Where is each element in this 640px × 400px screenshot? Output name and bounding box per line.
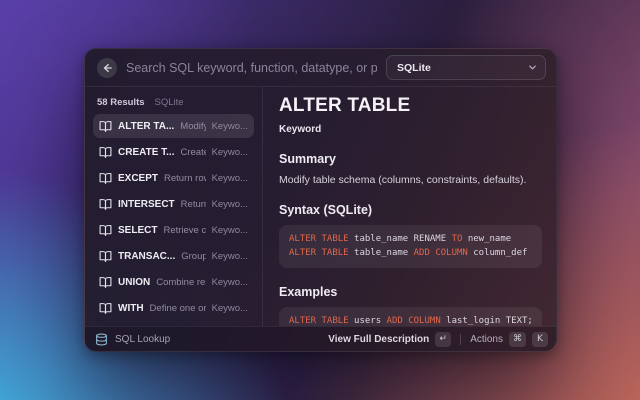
detail-panel: ALTER TABLE Keyword Summary Modify table … <box>263 87 556 326</box>
sql-lookup-window: SQLite 58 Results SQLite ALTER TA... Modi… <box>84 48 557 352</box>
view-full-description-button[interactable]: View Full Description <box>328 334 429 345</box>
k-key-badge: K <box>532 332 548 347</box>
result-title: SELECT <box>118 225 157 236</box>
code-block: ALTER TABLE users ADD COLUMN last_login … <box>279 307 542 326</box>
code-text: new_name <box>462 234 511 244</box>
result-accessory: Keywo... <box>212 173 248 184</box>
result-subtitle: Combine resul... <box>156 277 205 288</box>
app-name: SQL Lookup <box>115 334 170 345</box>
back-button[interactable] <box>97 58 117 78</box>
section-text: Modify table schema (columns, constraint… <box>279 174 542 186</box>
code-text: column_def <box>468 248 528 258</box>
book-icon <box>99 250 112 263</box>
book-icon <box>99 172 112 185</box>
result-title: EXCEPT <box>118 173 158 184</box>
book-icon <box>99 120 112 133</box>
detail-sections: Summary Modify table schema (columns, con… <box>279 152 542 326</box>
code-text: table_name RENAME <box>349 234 452 244</box>
filter-dropdown[interactable]: SQLite <box>386 55 546 80</box>
footer-bar: SQL Lookup View Full Description ↵ Actio… <box>85 326 556 351</box>
result-accessory: Keywo... <box>212 121 248 132</box>
section-summary: Summary Modify table schema (columns, con… <box>279 152 542 186</box>
result-accessory: Keywo... <box>212 225 248 236</box>
database-icon <box>95 333 108 346</box>
section-heading: Examples <box>279 285 542 299</box>
results-header: 58 Results SQLite <box>93 93 254 114</box>
main-content: 58 Results SQLite ALTER TA... Modify ta..… <box>85 87 556 326</box>
section-examples: Examples ALTER TABLE users ADD COLUMN las… <box>279 285 542 326</box>
code-keyword: TO <box>452 234 463 244</box>
results-scope: SQLite <box>155 97 184 108</box>
result-accessory: Keywo... <box>212 199 248 210</box>
result-row-intersect[interactable]: INTERSECT Return ro... Keywo... <box>93 192 254 216</box>
chevron-down-icon <box>528 63 537 72</box>
results-list: ALTER TA...Modify ta...Keywo...CREATE T.… <box>93 114 254 326</box>
code-text: last_login TEXT; <box>441 316 533 326</box>
book-icon <box>99 198 112 211</box>
back-arrow-icon <box>102 63 112 73</box>
result-title: CREATE T... <box>118 147 174 158</box>
result-subtitle: Return ro... <box>181 199 206 210</box>
section-syntax-sqlite: Syntax (SQLite) ALTER TABLE table_name RE… <box>279 203 542 268</box>
section-heading: Summary <box>279 152 542 166</box>
footer-actions: View Full Description ↵ Actions ⌘ K <box>328 332 548 347</box>
result-subtitle: Modify ta... <box>180 121 205 132</box>
result-title: TRANSAC... <box>118 251 175 262</box>
code-keyword: ALTER TABLE <box>289 248 349 258</box>
detail-type-badge: Keyword <box>279 124 542 135</box>
result-subtitle: Group st... <box>181 251 205 262</box>
code-keyword: ADD COLUMN <box>414 248 468 258</box>
result-subtitle: Return rows f... <box>164 173 206 184</box>
detail-title: ALTER TABLE <box>279 95 542 117</box>
result-title: UNION <box>118 277 150 288</box>
result-row-transac[interactable]: TRANSAC... Group st... Keywo... <box>93 244 254 268</box>
results-panel: 58 Results SQLite ALTER TA... Modify ta..… <box>85 87 263 326</box>
result-title: INTERSECT <box>118 199 175 210</box>
result-row-create-t[interactable]: CREATE T... Create a... Keywo... <box>93 140 254 164</box>
result-title: ALTER TA... <box>118 121 174 132</box>
result-row-alter-ta[interactable]: ALTER TA... Modify ta... Keywo... <box>93 114 254 138</box>
result-title: WITH <box>118 303 144 314</box>
result-subtitle: Retrieve colu... <box>163 225 205 236</box>
result-accessory: Keywo... <box>212 147 248 158</box>
code-keyword: ALTER TABLE <box>289 234 349 244</box>
actions-button[interactable]: Actions <box>470 334 503 345</box>
search-input[interactable] <box>126 61 377 75</box>
code-text: table_name <box>349 248 414 258</box>
results-count: 58 Results <box>97 97 145 108</box>
code-keyword: ADD COLUMN <box>387 316 441 326</box>
footer-app: SQL Lookup <box>95 333 328 346</box>
code-text: users <box>349 316 387 326</box>
result-accessory: Keywo... <box>212 251 248 262</box>
result-row-union[interactable]: UNION Combine resul... Keywo... <box>93 270 254 294</box>
enter-key-badge: ↵ <box>435 332 451 347</box>
code-block: ALTER TABLE table_name RENAME TO new_nam… <box>279 225 542 268</box>
result-accessory: Keywo... <box>212 303 248 314</box>
book-icon <box>99 224 112 237</box>
result-row-select[interactable]: SELECT Retrieve colu... Keywo... <box>93 218 254 242</box>
result-row-with[interactable]: WITH Define one or m... Keywo... <box>93 296 254 320</box>
search-bar: SQLite <box>85 49 556 87</box>
code-keyword: ALTER TABLE <box>289 316 349 326</box>
result-subtitle: Create a... <box>180 147 205 158</box>
book-icon <box>99 276 112 289</box>
section-heading: Syntax (SQLite) <box>279 203 542 217</box>
filter-dropdown-label: SQLite <box>397 62 522 74</box>
result-accessory: Keywo... <box>212 277 248 288</box>
footer-divider <box>460 334 461 345</box>
result-subtitle: Define one or m... <box>150 303 206 314</box>
result-row-except[interactable]: EXCEPT Return rows f... Keywo... <box>93 166 254 190</box>
cmd-key-badge: ⌘ <box>509 332 526 347</box>
book-icon <box>99 302 112 315</box>
book-icon <box>99 146 112 159</box>
